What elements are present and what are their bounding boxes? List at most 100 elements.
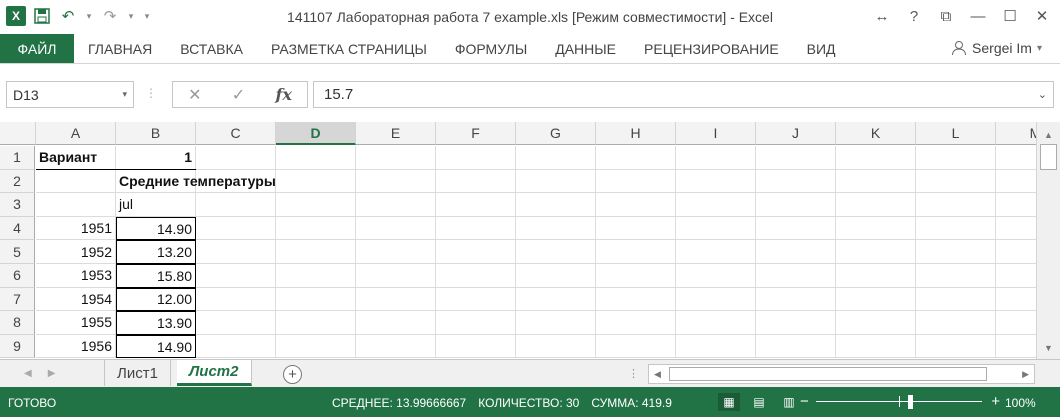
cell-l7[interactable] — [916, 287, 996, 312]
cell-i9[interactable] — [676, 334, 756, 359]
cell-b2[interactable]: Средние температуры — [116, 169, 276, 194]
cell-m4[interactable] — [996, 217, 1036, 241]
cell-i8[interactable] — [676, 311, 756, 335]
column-header-a[interactable]: A — [36, 122, 116, 145]
cell-e4[interactable] — [356, 216, 436, 241]
column-header-d[interactable]: D — [276, 122, 356, 145]
cell-i4[interactable] — [676, 216, 756, 241]
close-icon[interactable]: ✕ — [1028, 4, 1056, 28]
cell-h4[interactable] — [596, 216, 676, 241]
cell-d2[interactable] — [276, 169, 356, 194]
excel-logo-icon[interactable]: X — [6, 6, 26, 26]
cell-b1[interactable]: 1 — [116, 146, 196, 170]
column-header-f[interactable]: F — [436, 122, 516, 145]
name-box-dropdown-icon[interactable]: ▾ — [122, 89, 127, 100]
scroll-left-icon[interactable]: ◀ — [654, 369, 661, 380]
formula-input[interactable]: 15.7 ⌄ — [313, 81, 1054, 108]
cell-e3[interactable] — [356, 193, 436, 217]
cell-e5[interactable] — [356, 240, 436, 264]
vertical-scroll-thumb[interactable] — [1040, 144, 1057, 170]
cell-k2[interactable] — [836, 169, 916, 194]
status-aggregates[interactable]: СРЕДНЕЕ: 13.99666667 КОЛИЧЕСТВО: 30 СУММ… — [332, 396, 672, 410]
next-sheet-icon[interactable]: ▶ — [48, 368, 56, 379]
redo-icon[interactable]: ↷ — [100, 6, 120, 26]
new-sheet-icon[interactable]: + — [283, 365, 302, 384]
zoom-out-icon[interactable]: − — [800, 393, 809, 411]
cell-c5[interactable] — [196, 240, 276, 264]
cell-g8[interactable] — [516, 311, 596, 335]
horizontal-scrollbar[interactable]: ◀ ▶ — [648, 364, 1035, 384]
cell-f2[interactable] — [436, 169, 516, 194]
sheet-tab-2[interactable]: Лист2 — [177, 360, 252, 386]
cell-m1[interactable] — [996, 146, 1036, 170]
cell-j8[interactable] — [756, 311, 836, 335]
cell-b8[interactable]: 13.90 — [116, 311, 196, 335]
tab-home[interactable]: ГЛАВНАЯ — [74, 34, 166, 63]
cell-m2[interactable] — [996, 170, 1036, 194]
zoom-in-icon[interactable]: + — [991, 393, 1000, 411]
cell-d5[interactable] — [276, 240, 356, 264]
cell-h5[interactable] — [596, 240, 676, 264]
cell-e7[interactable] — [356, 287, 436, 312]
column-header-k[interactable]: K — [836, 122, 916, 145]
cell-a9[interactable]: 1956 — [36, 334, 116, 359]
column-header-b[interactable]: B — [116, 122, 196, 145]
insert-function-icon[interactable]: fx — [275, 85, 291, 104]
row-header-8[interactable]: 8 — [0, 311, 35, 335]
cell-j6[interactable] — [756, 264, 836, 288]
cell-e9[interactable] — [356, 334, 436, 359]
cell-g5[interactable] — [516, 240, 596, 264]
cancel-entry-icon[interactable]: ✕ — [188, 85, 201, 105]
vertical-scrollbar[interactable]: ▲ ▼ — [1036, 122, 1060, 359]
row-header-4[interactable]: 4 — [0, 216, 35, 241]
column-header-m[interactable]: M — [996, 122, 1036, 145]
tab-page-layout[interactable]: РАЗМЕТКА СТРАНИЦЫ — [257, 34, 441, 63]
cell-a7[interactable]: 1954 — [36, 287, 116, 312]
column-header-g[interactable]: G — [516, 122, 596, 145]
cell-m6[interactable] — [996, 264, 1036, 288]
cell-l3[interactable] — [916, 193, 996, 217]
cell-m9[interactable] — [996, 335, 1036, 359]
cell-i6[interactable] — [676, 264, 756, 288]
cell-k8[interactable] — [836, 311, 916, 335]
column-header-c[interactable]: C — [196, 122, 276, 145]
cell-d3[interactable] — [276, 193, 356, 217]
page-layout-view-icon[interactable]: ▤ — [748, 393, 770, 411]
cell-f5[interactable] — [436, 240, 516, 264]
tab-insert[interactable]: ВСТАВКА — [166, 34, 257, 63]
name-box[interactable]: D13 ▾ — [6, 81, 134, 108]
undo-icon[interactable]: ↶ — [58, 6, 78, 26]
cell-h2[interactable] — [596, 169, 676, 194]
scroll-right-icon[interactable]: ▶ — [1022, 369, 1029, 380]
cell-h8[interactable] — [596, 311, 676, 335]
cell-d4[interactable] — [276, 216, 356, 241]
cell-l4[interactable] — [916, 216, 996, 241]
cell-d6[interactable] — [276, 264, 356, 288]
formula-bar-resize-icon[interactable]: ⋮ — [145, 86, 157, 100]
row-header-7[interactable]: 7 — [0, 287, 35, 312]
cell-e6[interactable] — [356, 264, 436, 288]
row-header-6[interactable]: 6 — [0, 264, 35, 288]
cell-g7[interactable] — [516, 287, 596, 312]
cell-k6[interactable] — [836, 264, 916, 288]
cell-h9[interactable] — [596, 334, 676, 359]
sheet-tab-1[interactable]: Лист1 — [104, 360, 171, 386]
cell-j2[interactable] — [756, 169, 836, 194]
tab-data[interactable]: ДАННЫЕ — [541, 34, 630, 63]
help-icon[interactable]: ? — [900, 4, 928, 28]
cell-i5[interactable] — [676, 240, 756, 264]
cell-a8[interactable]: 1955 — [36, 311, 116, 335]
cell-b5[interactable]: 13.20 — [116, 240, 196, 264]
cell-f7[interactable] — [436, 287, 516, 312]
cell-i7[interactable] — [676, 287, 756, 312]
cell-e2[interactable] — [356, 169, 436, 194]
cell-h7[interactable] — [596, 287, 676, 312]
save-icon[interactable] — [32, 6, 52, 26]
confirm-entry-icon[interactable]: ✓ — [232, 85, 245, 105]
zoom-percent[interactable]: 100% — [1005, 396, 1036, 410]
cell-c8[interactable] — [196, 311, 276, 335]
cell-g9[interactable] — [516, 334, 596, 359]
scroll-up-icon[interactable]: ▲ — [1037, 126, 1060, 144]
tab-file[interactable]: ФАЙЛ — [0, 34, 74, 63]
cell-b7[interactable]: 12.00 — [116, 287, 196, 312]
